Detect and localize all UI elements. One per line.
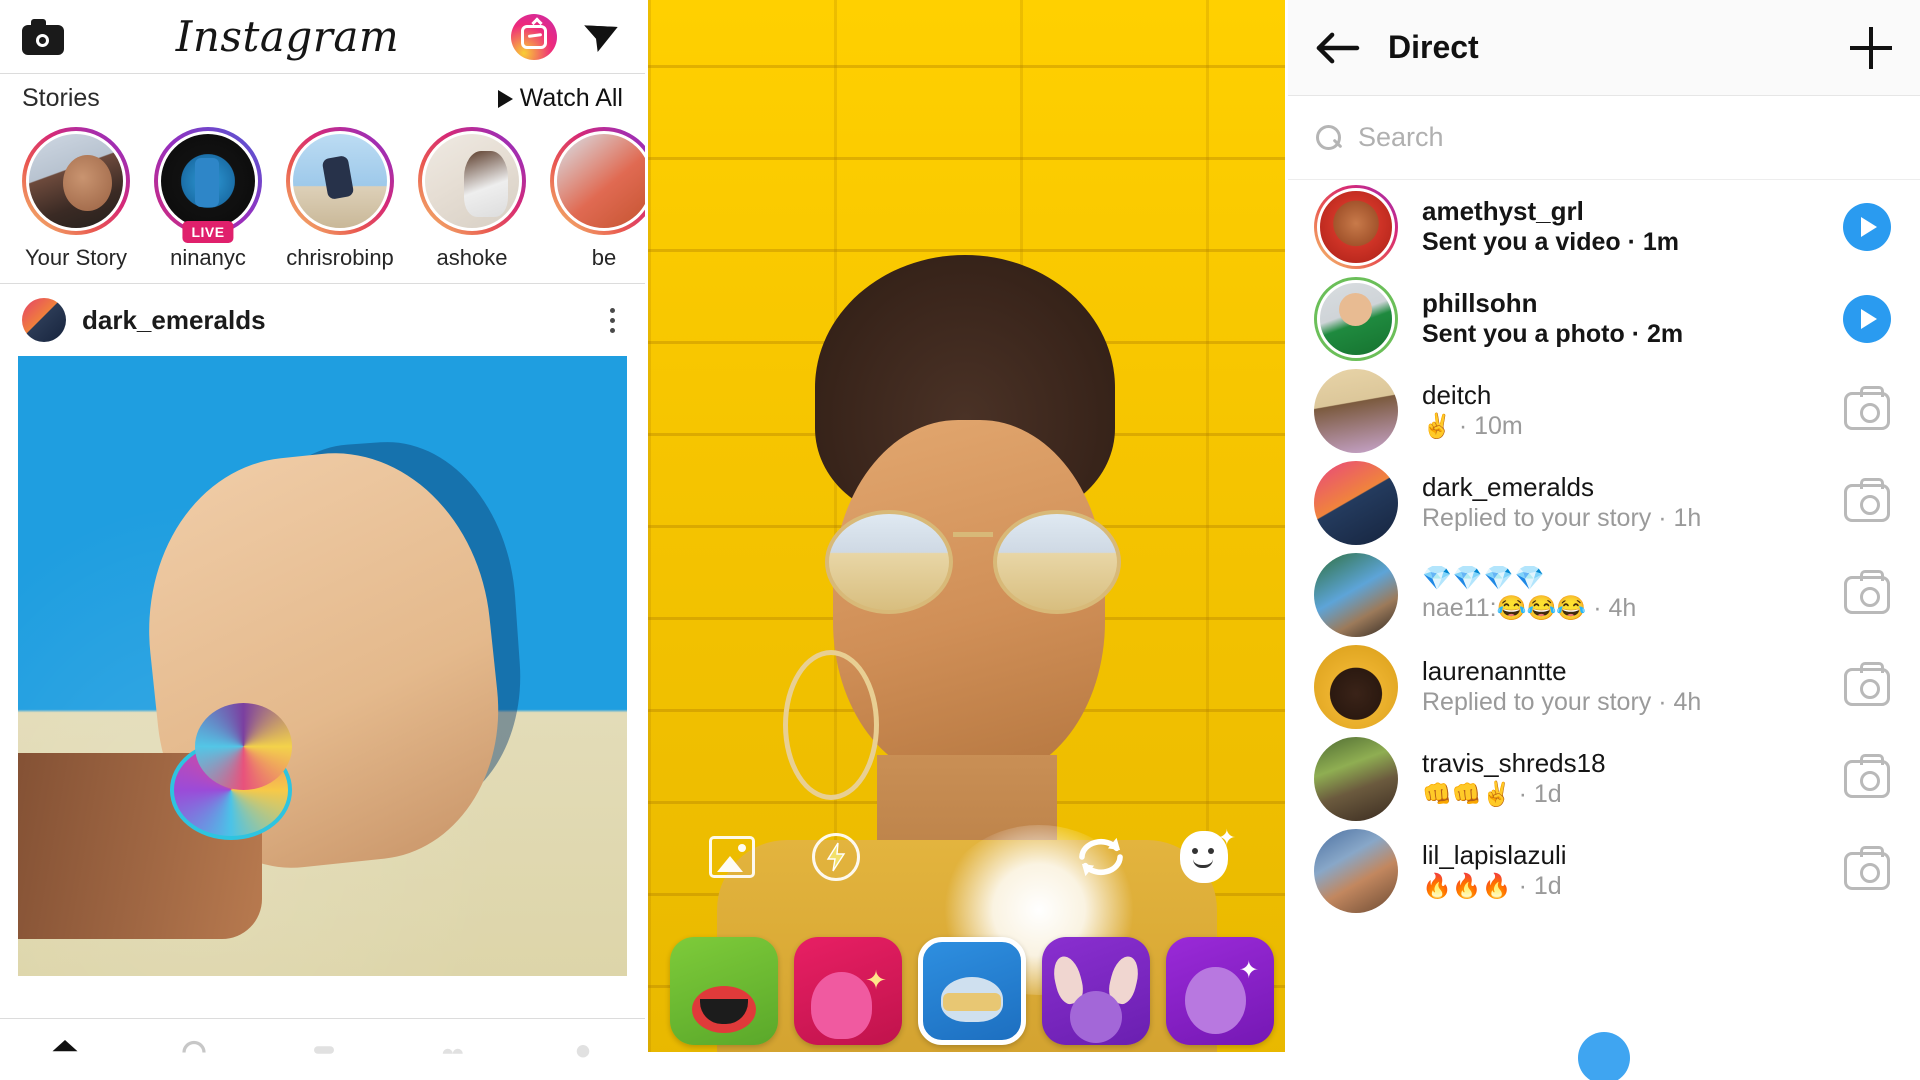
thread-preview: 🔥🔥🔥 · 1d [1422,872,1562,901]
filter-thumb-sunglasses[interactable] [918,937,1026,1045]
direct-top-bar: Direct [1288,0,1920,96]
list-item[interactable]: deitch ✌ · 10m [1288,365,1920,457]
story-item[interactable]: ashoke [418,127,526,271]
shutter-button[interactable] [913,831,1023,883]
thread-username: amethyst_grl [1422,195,1584,226]
list-item[interactable]: dark_emeralds Replied to your story · 1h [1288,457,1920,549]
feed-panel: Instagram Stories Watch All Your Story L… [0,0,648,1080]
camera-footer [648,1052,1285,1080]
feed-top-actions [510,13,623,60]
flip-camera-icon[interactable] [1075,831,1127,883]
thread-username: lil_lapislazuli [1422,839,1567,870]
play-photo-button[interactable] [1843,295,1891,343]
stories-label: Stories [22,84,100,112]
watch-all-label: Watch All [519,84,623,112]
thread-preview: Sent you a photo · 2m [1422,320,1684,349]
page-title: Direct [1388,29,1479,65]
thread-username: travis_shreds18 [1422,747,1606,778]
list-item[interactable]: amethyst_grl Sent you a video · 1m [1288,181,1920,273]
app-screenshot: Instagram Stories Watch All Your Story L… [0,0,1920,1080]
thread-preview: nae11:😂😂😂 · 4h [1422,593,1637,622]
thread-preview: ✌ · 10m [1422,412,1523,441]
camera-icon[interactable] [1844,754,1890,798]
post-image[interactable] [18,356,627,976]
list-item[interactable]: lil_lapislazuli 🔥🔥🔥 · 1d [1288,825,1920,917]
scroll-indicator [1578,1032,1630,1080]
thread-preview: Sent you a video · 1m [1422,228,1680,257]
avatar[interactable] [22,298,66,342]
play-video-button[interactable] [1843,203,1891,251]
camera-controls: ✦ [648,820,1285,894]
story-username: Your Story [25,245,127,270]
nav-profile-icon[interactable] [565,1035,601,1065]
gallery-icon[interactable] [706,831,758,883]
paper-plane-icon[interactable] [579,17,623,57]
thread-username: dark_emeralds [1422,471,1594,502]
filter-thumb-glow[interactable]: ✦ [1166,937,1274,1045]
watch-all-button[interactable]: Watch All [497,84,623,113]
back-arrow-icon[interactable] [1316,31,1360,65]
nav-activity-icon[interactable] [436,1035,472,1065]
search-bar[interactable]: Search [1288,96,1920,180]
camera-icon[interactable] [1844,570,1890,614]
story-item[interactable]: Your Story [22,127,130,271]
direct-panel: Direct Search amethyst_grl Sent you a vi… [1288,0,1920,1080]
story-item[interactable]: chrisrobinp [286,127,394,271]
story-username: chrisrobinp [286,245,394,270]
nav-search-icon[interactable] [176,1035,212,1065]
camera-icon[interactable] [22,16,64,58]
search-input[interactable]: Search [1358,122,1444,153]
nav-camera-icon[interactable] [306,1035,342,1065]
camera-icon[interactable] [1844,846,1890,890]
thread-reaction: 💎💎💎💎 [1422,565,1546,593]
thread-username: deitch [1422,379,1492,410]
story-username: ninanyc [170,245,246,270]
filter-thumb-dog-ears[interactable] [1042,937,1150,1045]
thread-preview: Replied to your story · 1h [1422,504,1702,533]
story-item[interactable]: LIVE ninanyc [154,127,262,271]
stories-header: Stories Watch All [0,74,645,115]
camera-icon[interactable] [1844,386,1890,430]
list-item[interactable]: laurenanntte Replied to your story · 4h [1288,641,1920,733]
camera-icon[interactable] [1844,662,1890,706]
play-triangle-icon [497,89,513,108]
story-item[interactable]: be [550,127,645,271]
face-filter-icon[interactable]: ✦ [1178,827,1236,883]
sparkle-icon: ✦ [1217,825,1236,850]
feed-top-bar: Instagram [0,0,645,74]
story-username: ashoke [436,245,508,270]
thread-preview: 👊👊✌ · 1d [1422,780,1562,809]
post-username[interactable]: dark_emeralds [82,305,594,336]
thread-preview: Replied to your story · 4h [1422,688,1702,717]
thread-username: laurenanntte [1422,655,1567,686]
igtv-icon[interactable] [510,13,557,60]
post-header: dark_emeralds [0,284,645,356]
stories-tray[interactable]: Your Story LIVE ninanyc chrisrobinp asho… [0,115,645,284]
list-item[interactable]: travis_shreds18 👊👊✌ · 1d [1288,733,1920,825]
filter-thumb-sparkle[interactable]: ✦ [794,937,902,1045]
filter-carousel[interactable]: ✦ ✦ [648,930,1285,1052]
filter-thumb-mouth[interactable] [670,937,778,1045]
story-username: be [591,245,617,270]
direct-thread-list[interactable]: amethyst_grl Sent you a video · 1m phill… [1288,181,1920,1080]
more-options-icon[interactable] [610,307,623,333]
list-item[interactable]: 💎💎💎💎 nae11:😂😂😂 · 4h [1288,549,1920,641]
camera-icon[interactable] [1844,478,1890,522]
plus-icon[interactable] [1850,26,1892,69]
nav-home-icon[interactable] [47,1035,83,1065]
search-icon [1316,124,1342,151]
flash-icon[interactable] [810,831,862,883]
camera-panel: ✦ ✦ ✦ [648,0,1288,1080]
bottom-nav-bar [0,1018,645,1080]
list-item[interactable]: phillsohn Sent you a photo · 2m [1288,273,1920,365]
live-badge: LIVE [182,221,234,243]
page-title: Instagram [175,12,400,61]
thread-username: phillsohn [1422,287,1538,318]
